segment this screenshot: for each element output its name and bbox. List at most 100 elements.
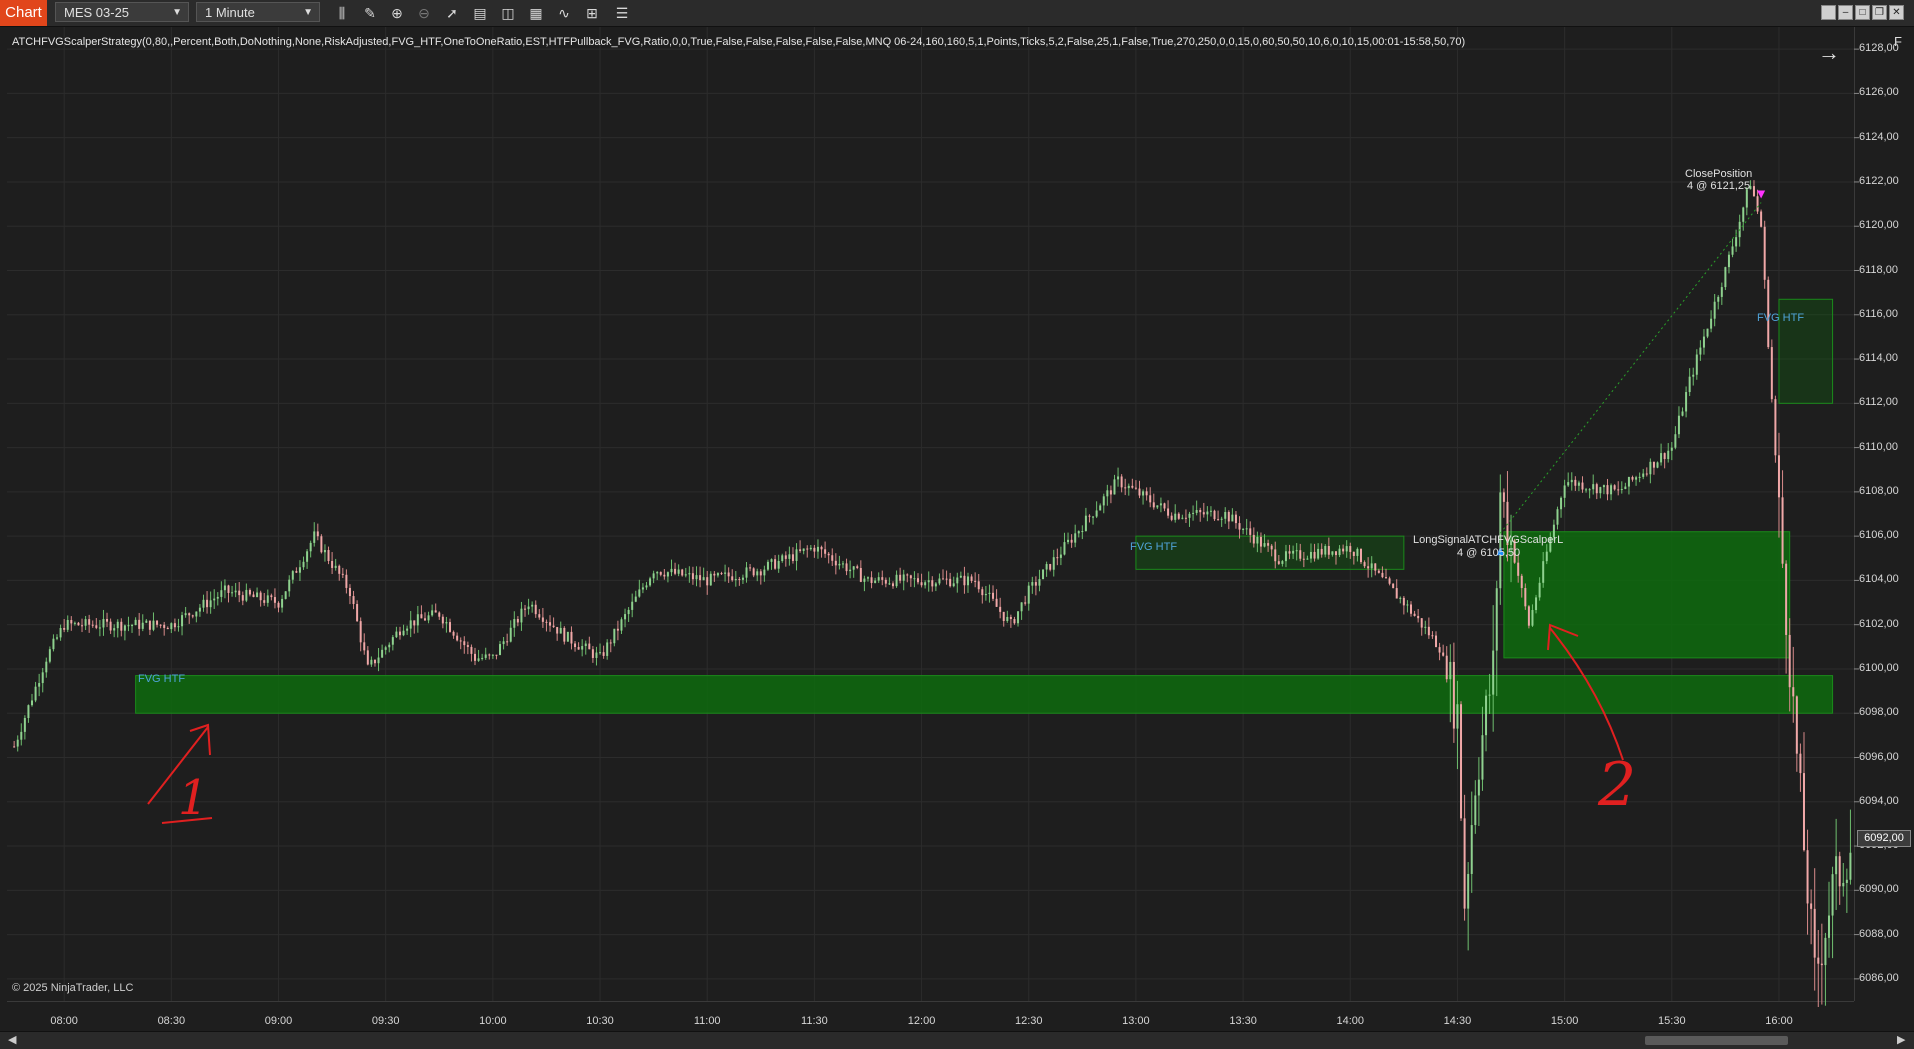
horizontal-scrollbar[interactable]: ◀ ▶ (0, 1031, 1914, 1049)
candle-body (1184, 517, 1187, 519)
candle-body (1842, 882, 1845, 887)
candle-body (1463, 818, 1466, 909)
candle-body (434, 610, 437, 613)
candle-body (84, 619, 87, 626)
candle-body (1813, 908, 1816, 958)
candle-body (141, 622, 144, 629)
candle-body (1717, 296, 1720, 302)
candle-body (256, 592, 259, 598)
candle-body (559, 627, 562, 634)
candle-body (602, 652, 605, 656)
price-tick-label: 6100,00 (1859, 661, 1899, 674)
candle-body (398, 631, 401, 636)
candle-body (148, 620, 151, 630)
candle-body (1574, 479, 1577, 486)
candle-body (484, 654, 487, 658)
candle-body (227, 585, 230, 593)
candle-body (738, 578, 741, 580)
strategy-label: ATCHFVGScalperStrategy(0,80,,Percent,Bot… (12, 36, 1466, 48)
candle-body (288, 579, 291, 592)
candle-body (170, 623, 173, 630)
fvg-zone (135, 675, 1834, 714)
candle-body (216, 596, 219, 599)
candle-body (1670, 447, 1673, 451)
candle-body (52, 638, 55, 650)
candle-body (134, 619, 137, 626)
candle-body (509, 627, 512, 642)
candle-body (1845, 879, 1848, 883)
candle-body (488, 654, 491, 656)
price-tick-label: 6116,00 (1859, 307, 1898, 320)
candle-body (1049, 564, 1052, 570)
price-tick-label: 6094,00 (1859, 794, 1899, 807)
candle-body (1234, 514, 1237, 524)
candle-body (502, 641, 505, 645)
candle-body (420, 614, 423, 619)
candle-body (34, 686, 37, 701)
candle-body (984, 593, 987, 596)
scroll-thumb[interactable] (1645, 1036, 1788, 1045)
candle-body (1577, 482, 1580, 486)
candle-body (1181, 517, 1184, 519)
candle-body (491, 654, 494, 656)
scroll-left-icon[interactable]: ◀ (8, 1033, 16, 1046)
candle-body (1563, 485, 1566, 498)
candle-body (824, 549, 827, 554)
candle-body (406, 628, 409, 631)
candle-body (470, 646, 473, 654)
candle-body (1424, 626, 1427, 628)
candle-body (27, 705, 30, 719)
fvg-label: FVG HTF (138, 673, 186, 685)
candle-body (356, 604, 359, 622)
candle-body (1195, 509, 1198, 513)
time-tick-label: 12:30 (1014, 1015, 1043, 1027)
candle-body (1399, 597, 1402, 599)
candle-body (1838, 856, 1841, 887)
candle-body (1302, 558, 1305, 560)
time-tick-label: 16:00 (1765, 1015, 1793, 1027)
candle-body (927, 580, 930, 583)
candle-body (1220, 518, 1223, 520)
candle-body (513, 619, 516, 628)
candle-body (777, 560, 780, 569)
candle-body (1217, 519, 1220, 521)
candle-body (234, 590, 237, 593)
candle-body (734, 578, 737, 581)
candle-body (416, 614, 419, 626)
candle-body (381, 649, 384, 658)
candle-body (784, 555, 787, 559)
candle-body (302, 561, 305, 568)
candle-body (1588, 489, 1591, 491)
candle-body (956, 577, 959, 584)
candle-body (70, 620, 73, 624)
candle-body (1259, 536, 1262, 547)
candle-body (552, 625, 555, 628)
candle-body (1581, 482, 1584, 490)
candle-body (1113, 479, 1116, 495)
candle-body (520, 608, 523, 623)
candle-body (184, 613, 187, 616)
candle-body (320, 536, 323, 553)
long-signal-label: LongSignalATCHFVGScalperL (1413, 534, 1564, 546)
candle-body (1570, 479, 1573, 483)
candle-body (938, 578, 941, 584)
candle-body (1242, 528, 1245, 530)
candle-body (1470, 825, 1473, 874)
candle-body (1688, 376, 1691, 393)
candle-body (909, 575, 912, 579)
candle-body (195, 611, 198, 617)
candle-body (716, 573, 719, 576)
scroll-right-icon[interactable]: ▶ (1897, 1033, 1905, 1046)
candle-body (1127, 485, 1130, 489)
candle-body (1124, 487, 1127, 489)
candle-body (1281, 561, 1284, 564)
candle-body (1474, 795, 1477, 826)
candle-body (48, 649, 51, 662)
hand-annotation-1: 1 (178, 770, 209, 826)
candle-body (942, 578, 945, 580)
candle-body (1334, 551, 1337, 556)
price-tick-label: 6096,00 (1859, 750, 1899, 763)
arrow-right-icon[interactable]: → (1818, 40, 1840, 66)
candle-body (724, 572, 727, 574)
candle-body (1792, 687, 1795, 697)
